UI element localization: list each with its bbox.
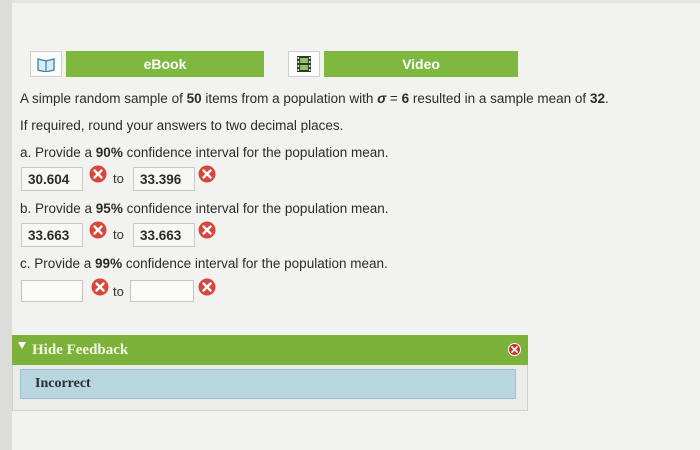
feedback-header[interactable]: Hide Feedback	[12, 335, 528, 365]
top-edge	[12, 0, 700, 3]
close-icon[interactable]	[508, 343, 521, 356]
incorrect-x-icon	[89, 221, 107, 239]
feedback-result: Incorrect	[20, 369, 516, 399]
video-button[interactable]: Video	[324, 51, 518, 77]
part-b-to: to	[113, 227, 124, 242]
incorrect-x-icon	[198, 165, 216, 183]
part-c-upper-input[interactable]	[130, 280, 194, 302]
left-edge	[0, 0, 12, 450]
rounding-instruction: If required, round your answers to two d…	[20, 118, 344, 133]
incorrect-x-icon	[91, 278, 109, 296]
part-a-lower-input[interactable]: 30.604	[21, 167, 83, 191]
part-c-lower-input[interactable]	[21, 280, 83, 302]
incorrect-x-icon	[198, 221, 216, 239]
triangle-down-icon	[18, 342, 26, 349]
part-a-to: to	[113, 171, 124, 186]
part-c-to: to	[113, 284, 124, 299]
part-b-upper-input[interactable]: 33.663	[133, 223, 195, 247]
part-a-prompt: a. Provide a 90% confidence interval for…	[20, 145, 389, 160]
ebook-tab-icon[interactable]	[30, 51, 62, 77]
video-label: Video	[402, 56, 440, 72]
part-a-upper-input[interactable]: 33.396	[133, 167, 195, 191]
incorrect-x-icon	[198, 278, 216, 296]
book-icon	[37, 58, 55, 72]
hide-feedback-toggle[interactable]: Hide Feedback	[32, 342, 128, 359]
film-icon	[297, 56, 311, 72]
part-c-prompt: c. Provide a 99% confidence interval for…	[20, 256, 388, 271]
video-tab-icon[interactable]	[288, 51, 320, 77]
incorrect-x-icon	[89, 165, 107, 183]
part-b-lower-input[interactable]: 33.663	[21, 223, 83, 247]
question-stem: A simple random sample of 50 items from …	[20, 91, 609, 106]
ebook-label: eBook	[143, 56, 187, 72]
ebook-button[interactable]: eBook	[66, 51, 264, 77]
part-b-prompt: b. Provide a 95% confidence interval for…	[20, 201, 389, 216]
